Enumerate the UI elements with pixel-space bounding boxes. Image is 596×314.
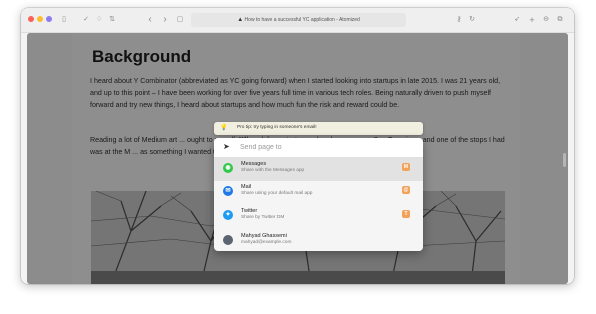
- sidebar-icon[interactable]: ▯: [58, 14, 70, 26]
- check-icon[interactable]: ✓: [81, 14, 91, 26]
- minimize-window-button[interactable]: [37, 16, 43, 22]
- close-window-button[interactable]: [28, 16, 34, 22]
- extension-icon[interactable]: ⊖: [541, 14, 551, 26]
- avatar: [223, 235, 233, 245]
- pro-tip-banner: 💡 Pro tip: try typing in someone's email…: [214, 122, 423, 135]
- browser-window: ▯ ✓ ♢ ⇅ ‹ › ▢ ▲ How to have a successful…: [21, 8, 574, 284]
- reload-button[interactable]: ↻: [467, 14, 477, 26]
- shortcut-key-badge: @: [402, 186, 410, 194]
- share-popup: ➤ ◉ Messages Share with the Messages app…: [214, 138, 423, 251]
- address-bar[interactable]: ▲ How to have a successful YC applicatio…: [191, 13, 406, 27]
- send-page-search: ➤: [214, 138, 423, 158]
- share-option-title: Mail: [241, 184, 252, 190]
- share-option-subtitle: Share by Twitter DM: [241, 215, 285, 220]
- pro-tip-text: Pro tip: try typing in someone's email!: [237, 125, 317, 130]
- shield-icon[interactable]: ♢: [94, 14, 104, 26]
- browser-toolbar: ▯ ✓ ♢ ⇅ ‹ › ▢ ▲ How to have a successful…: [21, 8, 574, 33]
- share-option-title: Twitter: [241, 208, 258, 214]
- shortcut-key-badge: M: [402, 163, 410, 171]
- share-option-contact[interactable]: Mahyad Ghassemi mahyad@example.com: [214, 230, 423, 251]
- tabs-icon[interactable]: ⧉: [555, 14, 565, 26]
- share-option-title: Mahyad Ghassemi: [241, 233, 287, 239]
- scrollbar[interactable]: [563, 153, 566, 167]
- tab-overview-icon[interactable]: ▢: [175, 14, 185, 26]
- share-option-title: Messages: [241, 161, 267, 167]
- twitter-icon: ✦: [223, 210, 233, 220]
- translate-icon[interactable]: ⇅: [107, 14, 117, 26]
- share-option-subtitle: Share with the Messages app: [241, 168, 305, 173]
- article-paragraph: I heard about Y Combinator (abbreviated …: [90, 77, 501, 109]
- new-tab-button[interactable]: +: [527, 14, 537, 26]
- password-icon[interactable]: ⚷: [454, 14, 464, 26]
- warning-icon: ▲: [237, 17, 244, 23]
- shortcut-key-badge: T: [402, 210, 410, 218]
- share-button[interactable]: ➶: [512, 14, 522, 26]
- share-option-messages[interactable]: ◉ Messages Share with the Messages app M: [214, 158, 423, 181]
- share-option-twitter[interactable]: ✦ Twitter Share by Twitter DM T: [214, 205, 423, 228]
- messages-icon: ◉: [223, 163, 233, 173]
- lightbulb-icon: 💡: [220, 125, 228, 131]
- back-button[interactable]: ‹: [145, 14, 155, 26]
- article-heading: Background: [92, 47, 192, 66]
- send-page-input[interactable]: [240, 142, 410, 153]
- share-option-subtitle: mahyad@example.com: [241, 240, 292, 245]
- share-option-mail[interactable]: ✉ Mail Share using your default mail app…: [214, 181, 423, 204]
- page-title: How to have a successful YC application …: [244, 17, 360, 23]
- forward-button[interactable]: ›: [160, 14, 170, 26]
- zoom-window-button[interactable]: [46, 16, 52, 22]
- send-icon: ➤: [223, 142, 230, 151]
- mail-icon: ✉: [223, 186, 233, 196]
- share-option-subtitle: Share using your default mail app: [241, 191, 313, 196]
